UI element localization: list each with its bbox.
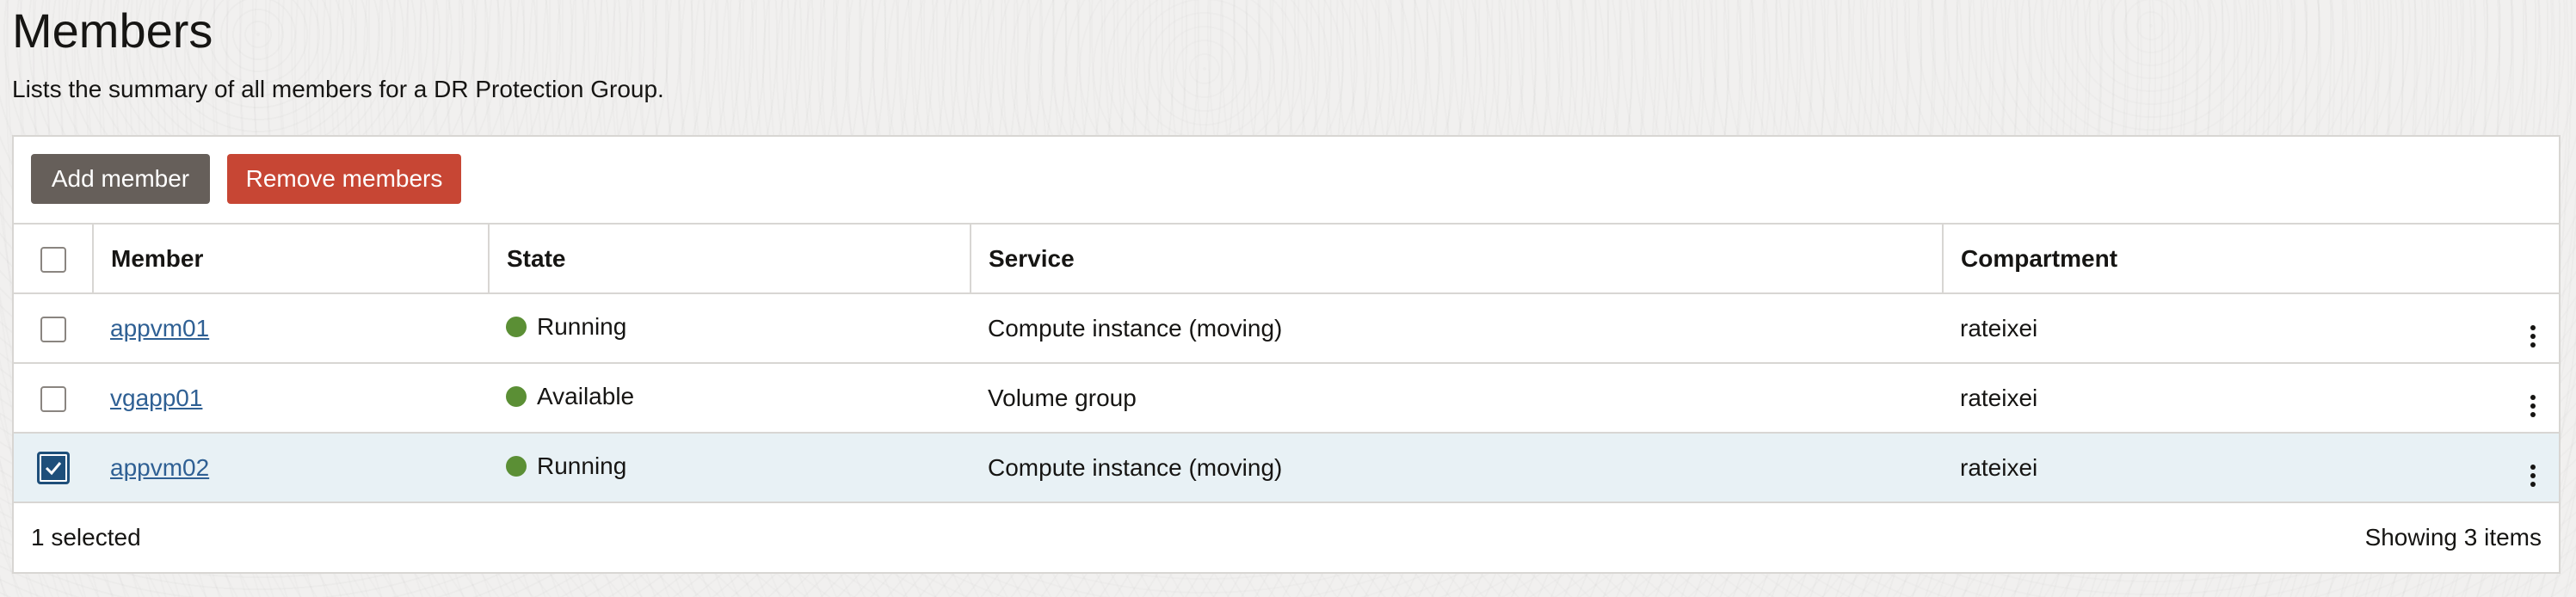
table-header-row: Member State Service Compartment [14,223,2559,294]
check-icon [45,461,62,475]
members-panel: Add member Remove members Member State S… [12,135,2561,574]
column-header-service[interactable]: Service [970,223,1943,294]
service-cell: Compute instance (moving) [971,433,1943,503]
state-indicator: Running [506,313,626,341]
header-select-cell [14,223,93,294]
member-cell: appvm01 [93,293,489,364]
row-checkbox[interactable] [40,385,66,412]
state-cell: Available [489,363,971,434]
kebab-menu-icon[interactable] [2530,395,2536,417]
kebab-menu-icon[interactable] [2530,465,2536,487]
selected-count: 1 selected [31,524,141,551]
compartment-cell: rateixei [1943,363,2507,434]
page-title: Members [12,3,213,58]
state-indicator: Running [506,452,626,480]
member-link[interactable]: appvm02 [110,454,209,481]
table-row-selected[interactable]: appvm02 Running Compute instance (moving… [14,433,2559,503]
row-select-cell [14,433,93,503]
status-dot-icon [506,386,527,407]
row-select-cell [14,293,93,364]
table-row[interactable]: appvm01 Running Compute instance (moving… [14,293,2559,364]
column-header-member[interactable]: Member [92,223,489,294]
kebab-menu-icon[interactable] [2530,325,2536,348]
member-link[interactable]: appvm01 [110,315,209,342]
row-actions-cell [2507,433,2559,503]
row-checkbox-checked[interactable] [37,451,70,484]
member-cell: vgapp01 [93,363,489,434]
row-select-cell [14,363,93,434]
items-count: Showing 3 items [2364,524,2542,551]
table-footer: 1 selected Showing 3 items [14,503,2559,572]
row-actions-cell [2507,293,2559,364]
select-all-checkbox[interactable] [40,246,66,273]
members-table: Member State Service Compartment appvm01… [14,223,2559,503]
page-description: Lists the summary of all members for a D… [12,76,664,102]
column-header-compartment[interactable]: Compartment [1942,223,2559,294]
service-cell: Volume group [971,363,1943,434]
compartment-cell: rateixei [1943,433,2507,503]
table-row[interactable]: vgapp01 Available Volume group rateixei [14,363,2559,434]
state-indicator: Available [506,383,634,410]
remove-members-button[interactable]: Remove members [227,154,461,204]
status-dot-icon [506,456,527,477]
state-cell: Running [489,293,971,364]
service-cell: Compute instance (moving) [971,293,1943,364]
add-member-button[interactable]: Add member [31,154,210,204]
toolbar: Add member Remove members [31,154,461,204]
state-label: Running [537,452,627,479]
member-link[interactable]: vgapp01 [110,385,202,411]
row-actions-cell [2507,363,2559,434]
status-dot-icon [506,317,527,337]
member-cell: appvm02 [93,433,489,503]
row-checkbox[interactable] [40,316,66,342]
state-label: Available [537,383,635,409]
compartment-cell: rateixei [1943,293,2507,364]
state-label: Running [537,313,627,340]
state-cell: Running [489,433,971,503]
column-header-state[interactable]: State [488,223,971,294]
